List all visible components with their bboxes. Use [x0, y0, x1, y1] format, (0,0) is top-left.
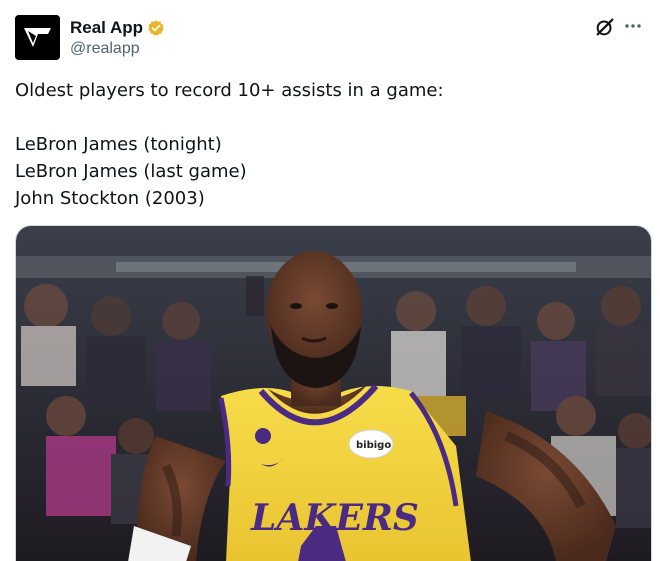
- post-text-line: LeBron James (last game): [15, 161, 247, 182]
- author-names: Real App @realapp: [70, 16, 165, 58]
- post-media-image[interactable]: LAKERS bibigo: [15, 225, 652, 561]
- post-header: Real App @realapp: [15, 14, 645, 62]
- post-text: Oldest players to record 10+ assists in …: [15, 77, 645, 212]
- real-app-logo-icon: [15, 15, 60, 60]
- post-text-blank-line: [15, 104, 645, 131]
- verified-badge-icon: [147, 19, 165, 37]
- basketball-player-photo: LAKERS bibigo: [16, 226, 651, 561]
- avatar[interactable]: [15, 15, 60, 60]
- display-name-row: Real App: [70, 16, 165, 40]
- grok-button[interactable]: [594, 16, 618, 40]
- post-text-line: John Stockton (2003): [15, 188, 205, 209]
- jersey-patch-text: bibigo: [356, 440, 391, 451]
- post-text-line: LeBron James (tonight): [15, 134, 222, 155]
- grok-slash-circle-icon: [596, 18, 614, 36]
- ellipsis-icon: [625, 24, 641, 28]
- handle[interactable]: @realapp: [70, 40, 165, 58]
- post-text-line: Oldest players to record 10+ assists in …: [15, 80, 444, 101]
- more-options-button[interactable]: [623, 16, 645, 40]
- display-name[interactable]: Real App: [70, 18, 143, 38]
